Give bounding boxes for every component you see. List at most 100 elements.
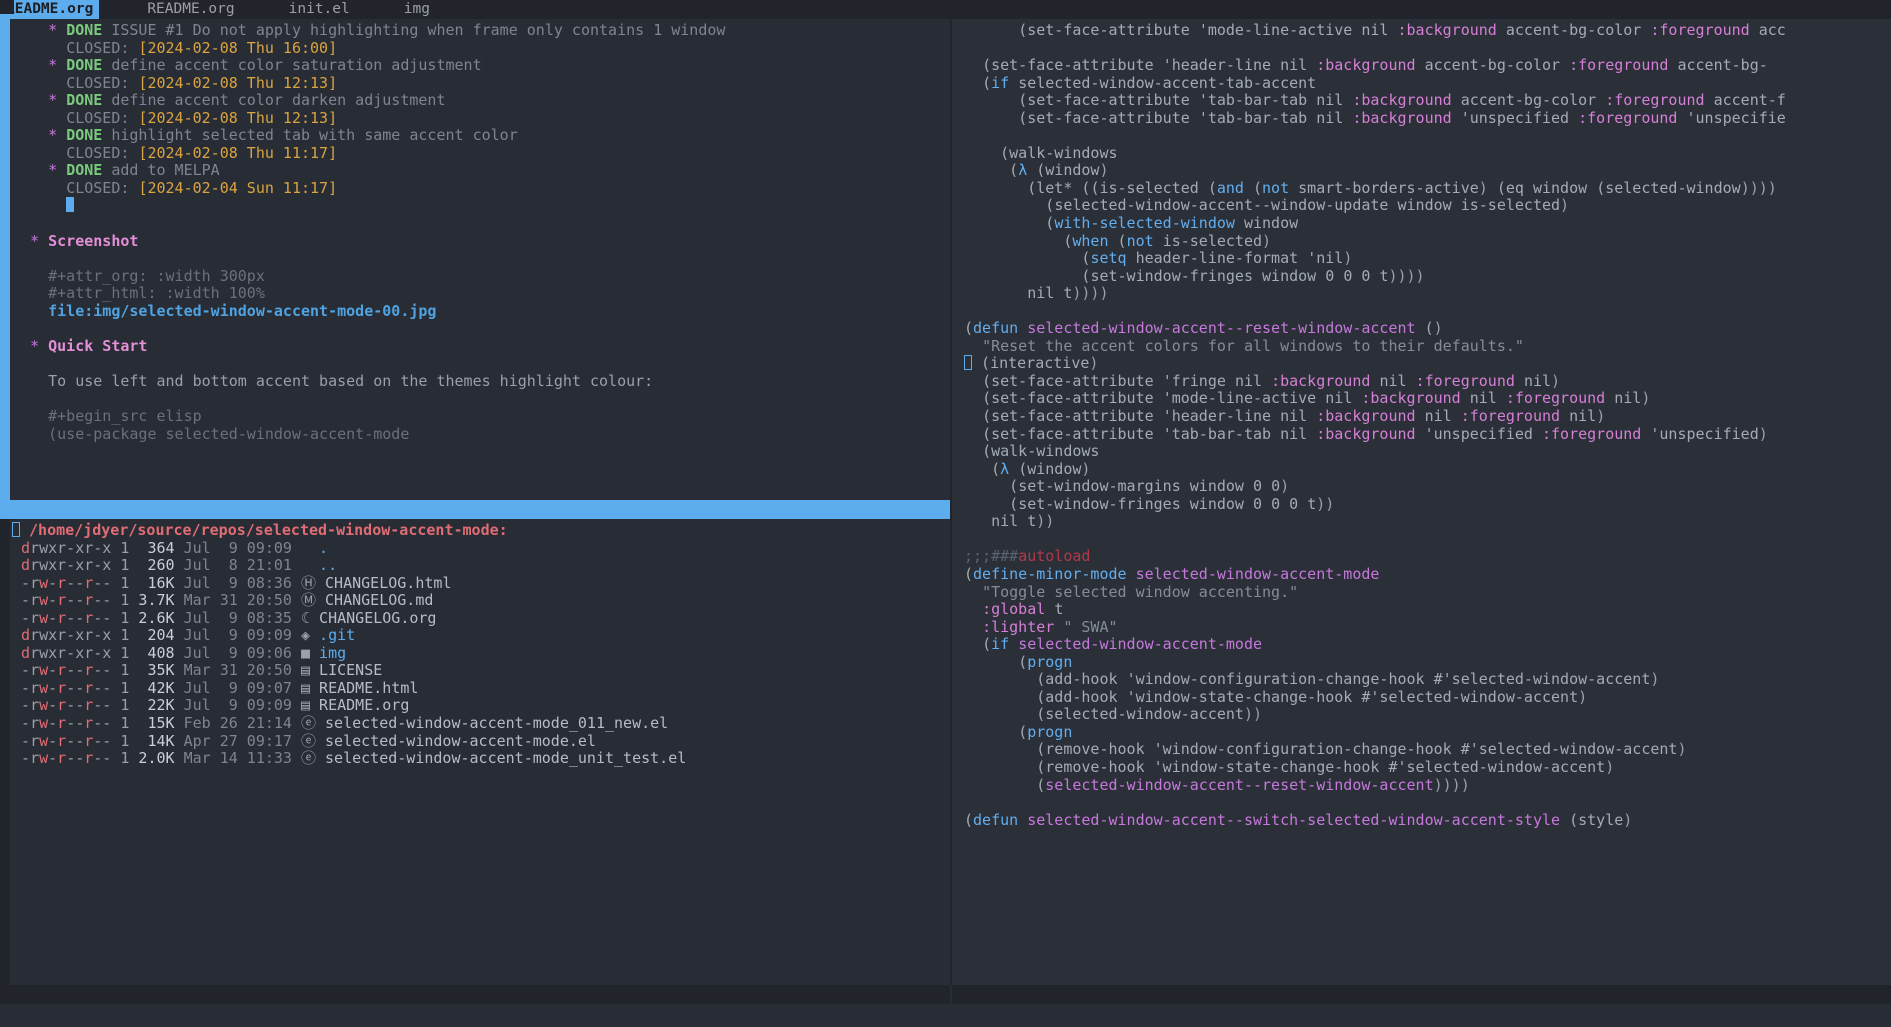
dired-row[interactable]: drwxr-xr-x 1 408 Jul 9 09:06 ■ img: [12, 644, 686, 663]
dired-row[interactable]: -rw-r--r-- 1 35K Mar 31 20:50 ▤ LICENSE: [12, 662, 686, 680]
elisp-token: accent-bg-: [1677, 56, 1768, 75]
dired-buffer-text[interactable]: /home/jdyer/source/repos/selected-window…: [12, 519, 686, 768]
org-file-link[interactable]: file:img/selected-window-accent-mode-00.…: [48, 302, 436, 320]
elisp-token: style: [1578, 810, 1624, 829]
dired-filename[interactable]: img: [310, 644, 346, 662]
org-bullet: *: [48, 56, 67, 75]
elisp-line: (set-window-fringes window 0 0 0 t)): [1009, 494, 1335, 513]
org-buffer-text[interactable]: * DONE ISSUE #1 Do not apply highlightin…: [12, 19, 725, 443]
elisp-token: window: [1243, 214, 1299, 233]
tab-img[interactable]: img: [398, 0, 436, 19]
org-bullet: *: [48, 21, 67, 39]
dired-link-count: 1: [111, 714, 130, 733]
dired-filename[interactable]: LICENSE: [310, 661, 382, 680]
dired-header-line: /home/jdyer/source/repos/selected-window…: [12, 521, 686, 540]
dired-row[interactable]: -rw-r--r-- 1 15K Feb 26 21:14 ⓔ selected…: [12, 714, 686, 733]
none: [292, 539, 310, 557]
dired-row[interactable]: drwxr-xr-x 1 364 Jul 9 09:09 .: [12, 539, 686, 558]
dired-row[interactable]: -rw-r--r-- 1 14K Apr 27 09:17 ⓔ selected…: [12, 731, 686, 751]
elisp-line: (set-window-fringes window 0 0 0 t)))): [1081, 266, 1425, 285]
dired-filename[interactable]: README.org: [310, 696, 409, 715]
dired-link-count: 1: [111, 749, 130, 768]
elisp-token: set-face-attribute: [991, 424, 1154, 443]
elisp-token: defun: [973, 319, 1019, 338]
org-line: [12, 215, 725, 233]
elisp-token: when: [1072, 231, 1109, 250]
elisp-token: 0: [1271, 477, 1281, 496]
window-dired[interactable]: /home/jdyer/source/repos/selected-window…: [0, 519, 950, 985]
elisp-buffer-text[interactable]: (set-face-attribute 'mode-line-active ni…: [964, 19, 1786, 829]
dired-row[interactable]: -rw-r--r-- 1 3.7K Mar 31 20:50 Ⓜ CHANGEL…: [12, 591, 686, 610]
elisp-token: 'nil: [1307, 249, 1344, 268]
dired-filename[interactable]: README.html: [310, 679, 418, 697]
window-elisp-timemachine[interactable]: (set-face-attribute 'mode-line-active ni…: [952, 19, 1891, 985]
dired-date: Jul 9 09:09: [174, 626, 292, 645]
dired-date: Mar 14 11:33: [174, 749, 292, 768]
elisp-line: (when (not is-selected): [1063, 231, 1272, 250]
elisp-line: (λ (window): [991, 459, 1091, 478]
dired-link-count: 1: [111, 661, 130, 680]
text-cursor-inactive: [964, 355, 972, 371]
elisp-keyword-symbol: :global: [982, 600, 1046, 619]
dired-filename[interactable]: selected-window-accent-mode.el: [316, 732, 596, 750]
dired-row[interactable]: drwxr-xr-x 1 204 Jul 9 09:09 ◈ .git: [12, 627, 686, 645]
emacs-frame: README.org README.org init.el img * DONE…: [0, 0, 1891, 1027]
dired-date: Mar 31 20:50: [174, 591, 292, 610]
elisp-token: nil: [991, 512, 1019, 531]
window-readme-org[interactable]: * DONE ISSUE #1 Do not apply highlightin…: [0, 19, 950, 500]
dired-filename[interactable]: .: [310, 539, 328, 557]
tab-bar[interactable]: README.org README.org init.el img: [0, 0, 1891, 19]
dired-row[interactable]: -rw-r--r-- 1 22K Jul 9 09:09 ▤ README.or…: [12, 697, 686, 715]
elisp-token: selected-window-accent-tab-accent: [1018, 73, 1317, 92]
elisp-token: 'fringe: [1162, 371, 1226, 390]
dired-filename[interactable]: CHANGELOG.org: [310, 609, 436, 627]
elisp-line: (with-selected-window window: [1045, 214, 1299, 233]
dired-row[interactable]: -rw-r--r-- 1 16K Jul 9 08:36 Ⓗ CHANGELOG…: [12, 573, 686, 593]
dired-filename[interactable]: selected-window-accent-mode_011_new.el: [316, 714, 668, 732]
elisp-token: set-face-attribute: [1027, 21, 1190, 39]
dired-row[interactable]: -rw-r--r-- 1 2.0K Mar 14 11:33 ⓔ selecte…: [12, 749, 686, 768]
elisp-token: 0: [1325, 266, 1335, 285]
tab-readme-org-active[interactable]: README.org: [0, 0, 100, 19]
elisp-line: [964, 303, 1786, 321]
tab-init-el[interactable]: init.el: [283, 0, 356, 19]
dired-size: 204: [129, 626, 175, 645]
dired-size: 16K: [129, 573, 175, 592]
dired-permissions: -rw-r--r--: [21, 591, 112, 610]
dired-filename[interactable]: selected-window-accent-mode_unit_test.el: [316, 749, 686, 767]
elisp-keyword-symbol: :foreground: [1415, 371, 1515, 390]
dired-row[interactable]: -rw-r--r-- 1 42K Jul 9 09:07 ▤ README.ht…: [12, 679, 686, 698]
elisp-token: progn: [1027, 722, 1073, 741]
dired-row[interactable]: -rw-r--r-- 1 2.6K Jul 9 08:35 ☾ CHANGELO…: [12, 609, 686, 628]
org-line: * DONE highlight selected tab with same …: [12, 127, 725, 145]
elisp-line: (set-face-attribute 'fringe nil :backgro…: [982, 371, 1561, 390]
git-icon: ◈: [291, 626, 311, 645]
dired-permissions: -rw-r--r--: [21, 749, 112, 768]
dired-filename[interactable]: .git: [310, 626, 355, 645]
elisp-line: (remove-hook 'window-configuration-chang…: [1036, 740, 1687, 759]
elisp-line: [964, 531, 1786, 549]
elisp-token: window: [1045, 161, 1100, 180]
elisp-autoload-cookie: autoload: [1018, 547, 1091, 566]
dired-filename[interactable]: ..: [310, 556, 337, 574]
dired-filename[interactable]: CHANGELOG.html: [316, 574, 451, 592]
org-line: CLOSED: [2024-02-08 Thu 12:13]: [12, 109, 725, 128]
tab-readme-org[interactable]: README.org: [141, 0, 240, 19]
elisp-icon: ⓔ: [291, 731, 316, 750]
org-line: [12, 355, 725, 373]
elisp-keyword-symbol: :background: [1316, 56, 1416, 75]
elisp-token: window: [1532, 178, 1588, 197]
elisp-line: (setq header-line-format 'nil): [1081, 249, 1353, 268]
dired-row[interactable]: drwxr-xr-x 1 260 Jul 8 21:01 ..: [12, 556, 686, 575]
elisp-line: (set-window-margins window 0 0): [1009, 477, 1290, 496]
elisp-keyword-symbol: :lighter: [982, 617, 1055, 636]
document-icon: ▤: [291, 696, 311, 715]
elisp-token: walk-windows: [1009, 143, 1118, 162]
elisp-token: is-selected: [1460, 196, 1561, 215]
elisp-line: ;;;###autoload: [964, 548, 1786, 566]
elisp-token: with-selected-window: [1054, 214, 1235, 233]
org-line: CLOSED: [2024-02-08 Thu 16:00]: [12, 39, 725, 58]
dired-permissions: drwxr-xr-x: [21, 556, 112, 575]
dired-filename[interactable]: CHANGELOG.md: [316, 591, 433, 609]
org-line: CLOSED: [2024-02-04 Sun 11:17]: [12, 179, 725, 198]
